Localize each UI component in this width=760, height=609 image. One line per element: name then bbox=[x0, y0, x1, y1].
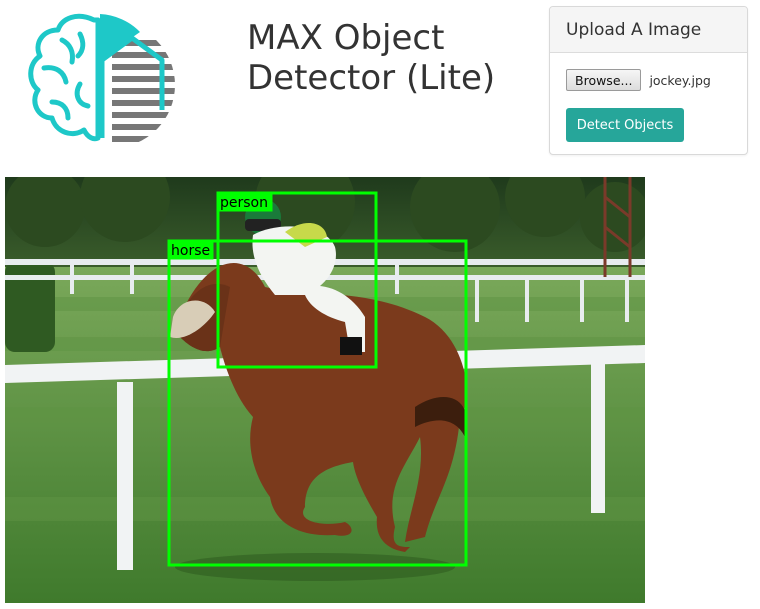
title-line-2: Detector (Lite) bbox=[247, 58, 496, 98]
logo-stripes bbox=[112, 40, 175, 142]
upload-panel: Upload A Image Browse... jockey.jpg Dete… bbox=[549, 6, 748, 155]
horse-shadow bbox=[175, 553, 455, 581]
result-image: person horse bbox=[5, 177, 645, 603]
browse-button[interactable]: Browse... bbox=[566, 69, 642, 91]
result-canvas: person horse bbox=[5, 177, 645, 603]
panel-heading: Upload A Image bbox=[550, 7, 747, 53]
label-person: person bbox=[220, 195, 268, 211]
label-horse: horse bbox=[171, 243, 210, 259]
page-title: MAX Object Detector (Lite) bbox=[247, 18, 495, 98]
detect-objects-button[interactable]: Detect Objects bbox=[566, 108, 684, 142]
selected-file-name: jockey.jpg bbox=[649, 72, 711, 88]
file-input[interactable]: Browse... jockey.jpg bbox=[566, 69, 711, 91]
title-line-1: MAX Object bbox=[247, 18, 445, 58]
logo-brain bbox=[28, 13, 101, 142]
brain-logo bbox=[28, 13, 175, 142]
